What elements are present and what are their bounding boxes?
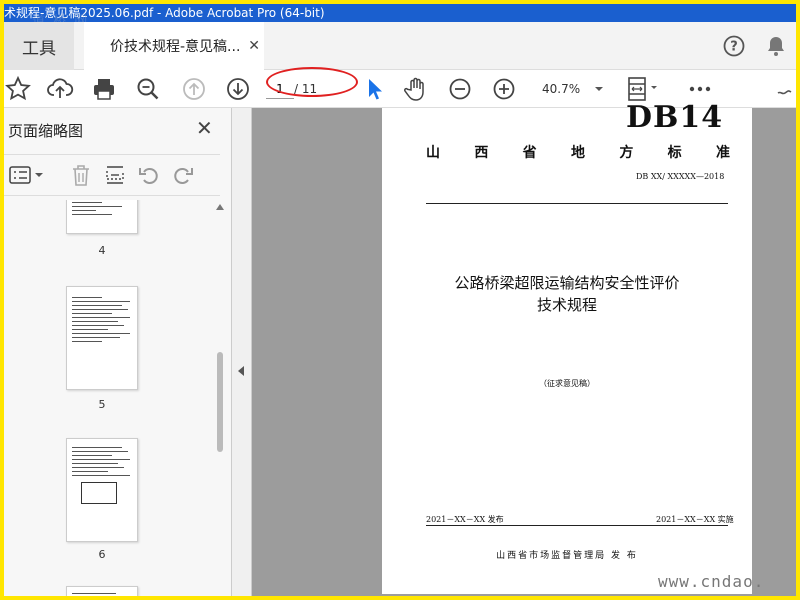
insert-page-icon[interactable] (102, 162, 128, 188)
previous-page-icon[interactable] (180, 75, 208, 103)
app-window: 术规程-意见稿2025.06.pdf - Adobe Acrobat Pro (… (4, 4, 796, 596)
notification-bell-icon[interactable] (764, 34, 788, 58)
issuer: 山西省市场监督管理局 发 布 (496, 551, 638, 561)
more-options-icon[interactable] (686, 75, 714, 103)
tab-bar: 工具 价技术规程-意见稿... ✕ ? (4, 22, 796, 70)
page-thumbnail[interactable] (66, 438, 138, 542)
thumbnail-toolbar (4, 154, 220, 196)
scroll-up-arrow[interactable] (216, 204, 224, 210)
print-icon[interactable] (90, 75, 118, 103)
implement-date: 2021－XX－XX 实施 (656, 515, 734, 524)
thumbnail-panel: 页面缩略图 ✕ 4 5 6 (4, 108, 232, 596)
thumbnail-page-number: 5 (98, 398, 106, 411)
star-icon[interactable] (4, 75, 32, 103)
thumbnail-scrollbar[interactable] (214, 204, 226, 594)
thumbnail-page-number: 6 (98, 548, 106, 561)
svg-text:?: ? (730, 40, 738, 55)
page-thumbnail[interactable] (66, 286, 138, 390)
rotate-left-icon[interactable] (136, 162, 162, 188)
options-menu-icon[interactable] (8, 162, 48, 188)
zoom-level-value: 40.7% (542, 82, 581, 96)
document-number: DB XX/ XXXXX—2018 (636, 172, 725, 181)
tab-document-label: 价技术规程-意见稿... (110, 39, 241, 55)
page-thumbnail[interactable] (66, 200, 138, 234)
cloud-upload-icon[interactable] (46, 75, 74, 103)
panel-title: 页面缩略图 (8, 122, 84, 140)
select-cursor-icon[interactable] (360, 75, 388, 103)
tab-tools[interactable]: 工具 (4, 22, 74, 70)
close-tab-icon[interactable]: ✕ (248, 38, 260, 54)
annotation-highlight-oval (266, 67, 358, 97)
document-page: DB14 山 西 省 地 方 标 准 DB XX/ XXXXX—2018 公路桥… (382, 100, 752, 594)
zoom-out-search-icon[interactable] (134, 75, 162, 103)
help-icon[interactable]: ? (722, 34, 746, 58)
title-bar: 术规程-意见稿2025.06.pdf - Adobe Acrobat Pro (… (4, 4, 796, 22)
hand-tool-icon[interactable] (402, 75, 430, 103)
publish-date: 2021－XX－XX 发布 (426, 515, 504, 524)
collapse-panel-arrow-icon[interactable] (238, 366, 244, 376)
draft-note: （征求意见稿） (539, 379, 595, 388)
document-title-line2: 技术规程 (536, 296, 597, 314)
zoom-out-icon[interactable] (446, 75, 474, 103)
thumbnail-page-number: 4 (98, 244, 106, 257)
rotate-right-icon[interactable] (170, 162, 196, 188)
divider (426, 203, 728, 204)
thumbnail-list: 4 5 6 (4, 200, 214, 596)
document-view[interactable]: DB14 山 西 省 地 方 标 准 DB XX/ XXXXX—2018 公路桥… (252, 100, 796, 596)
divider (426, 525, 728, 526)
tab-document[interactable]: 价技术规程-意见稿... ✕ (84, 22, 264, 70)
standard-code: DB14 (626, 100, 724, 135)
site-watermark: www.cndao. (658, 572, 765, 591)
panel-splitter[interactable] (232, 108, 252, 596)
zoom-in-icon[interactable] (490, 75, 518, 103)
chevron-down-icon (595, 87, 603, 91)
standard-category: 山 西 省 地 方 标 准 (426, 145, 730, 161)
trash-icon[interactable] (68, 162, 94, 188)
scroll-thumb[interactable] (217, 352, 223, 452)
next-page-icon[interactable] (224, 75, 252, 103)
page-thumbnail[interactable] (66, 586, 138, 596)
document-title-line1: 公路桥梁超限运输结构安全性评价 (454, 274, 680, 292)
page-fit-icon[interactable] (624, 75, 664, 103)
close-panel-icon[interactable]: ✕ (196, 116, 213, 140)
zoom-level-select[interactable]: 40.7% (536, 77, 608, 101)
sign-icon[interactable] (774, 75, 796, 103)
